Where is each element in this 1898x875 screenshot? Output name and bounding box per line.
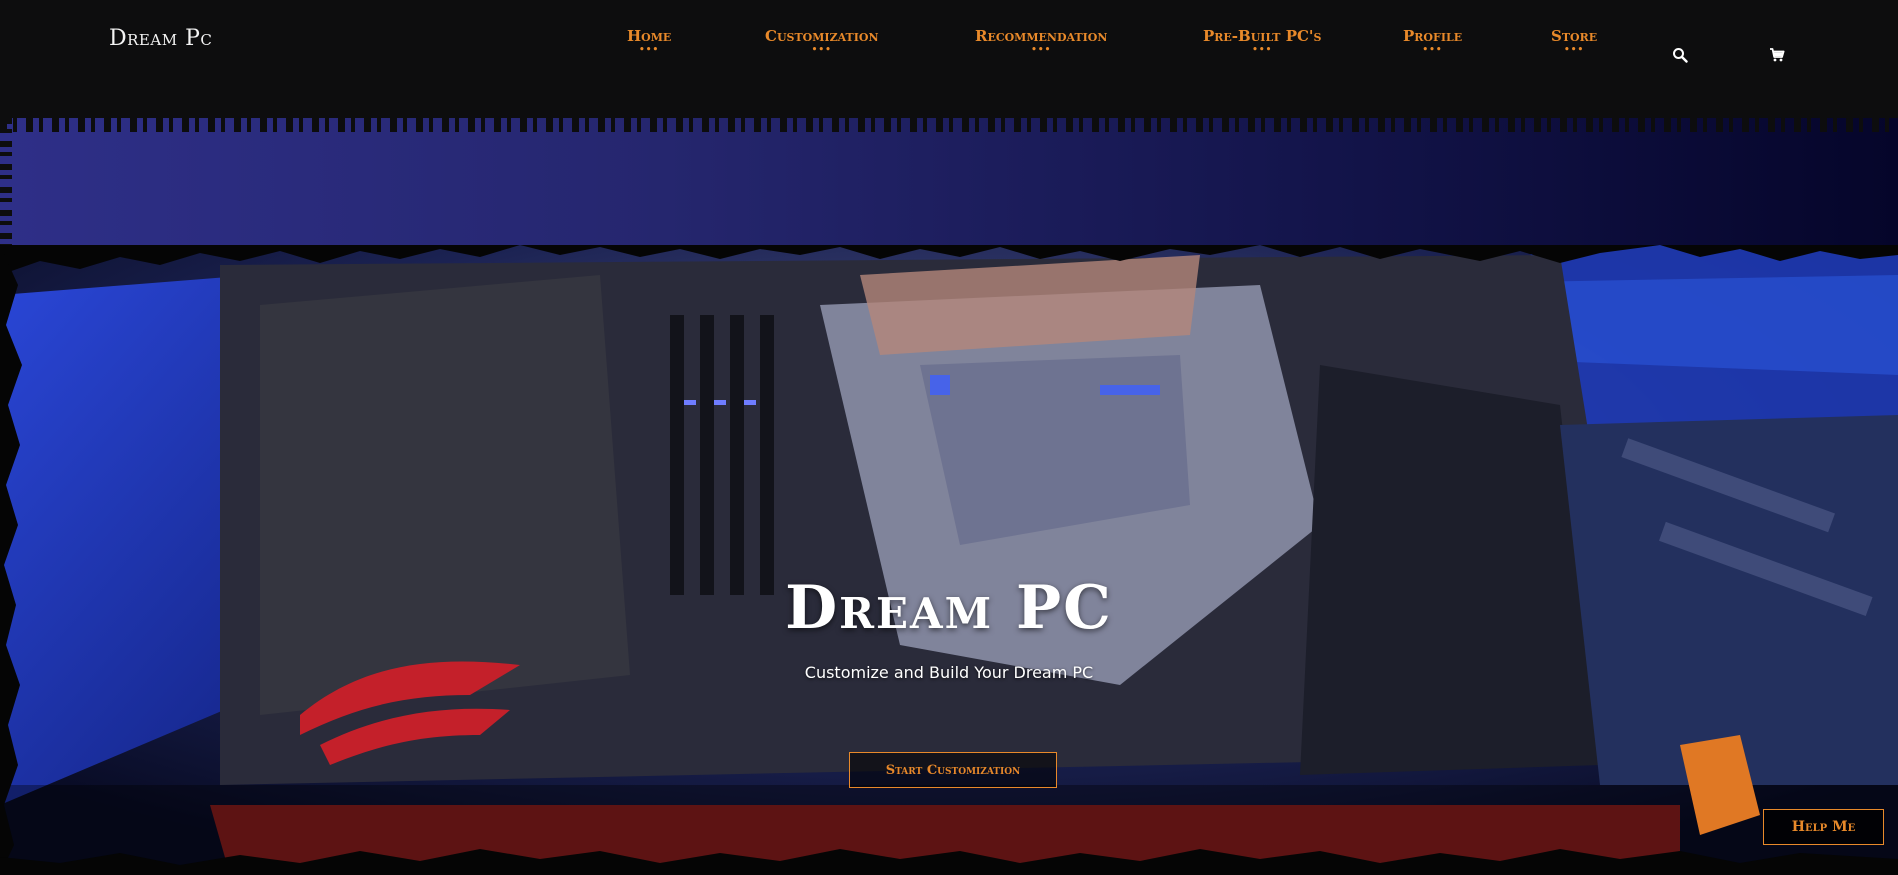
nav-recommendation-label: Recommendation [975,27,1108,45]
banner-rough-edge [0,118,12,245]
nav-prebuilt-pcs[interactable]: Pre-Built PC's ••• [1203,27,1322,55]
brand-logo[interactable]: Dream Pc [109,26,212,51]
hero-title: Dream PC [785,573,1113,643]
banner-rough-edge [0,118,1898,132]
nav-store[interactable]: Store ••• [1551,27,1598,55]
nav-dots: ••• [1031,45,1052,55]
nav-customization-label: Customization [765,27,879,45]
cart-icon [1770,48,1785,62]
top-banner [0,118,1898,245]
nav-recommendation[interactable]: Recommendation ••• [975,27,1108,55]
nav-customization[interactable]: Customization ••• [765,27,879,55]
hero-subtitle: Customize and Build Your Dream PC [804,663,1094,682]
search-button[interactable] [1669,44,1691,66]
navbar: Dream Pc Home ••• Customization ••• Reco… [0,0,1898,118]
nav-dots: ••• [1252,45,1273,55]
nav-dots: ••• [639,45,660,55]
nav-dots: ••• [1563,45,1585,55]
nav-profile-label: Profile [1403,27,1463,45]
search-icon [1673,48,1688,63]
nav-home-label: Home [627,27,672,45]
nav-profile[interactable]: Profile ••• [1403,27,1463,55]
cart-button[interactable] [1766,44,1788,66]
nav-prebuilt-pcs-label: Pre-Built PC's [1203,27,1322,45]
nav-dots: ••• [1422,45,1443,55]
hero-section: Dream PC Customize and Build Your Dream … [0,245,1898,875]
nav-home[interactable]: Home ••• [627,27,672,55]
nav-dots: ••• [811,45,832,55]
help-me-button[interactable]: Help Me [1763,809,1884,845]
start-customization-button[interactable]: Start Customization [849,752,1057,788]
nav-store-label: Store [1551,27,1598,45]
